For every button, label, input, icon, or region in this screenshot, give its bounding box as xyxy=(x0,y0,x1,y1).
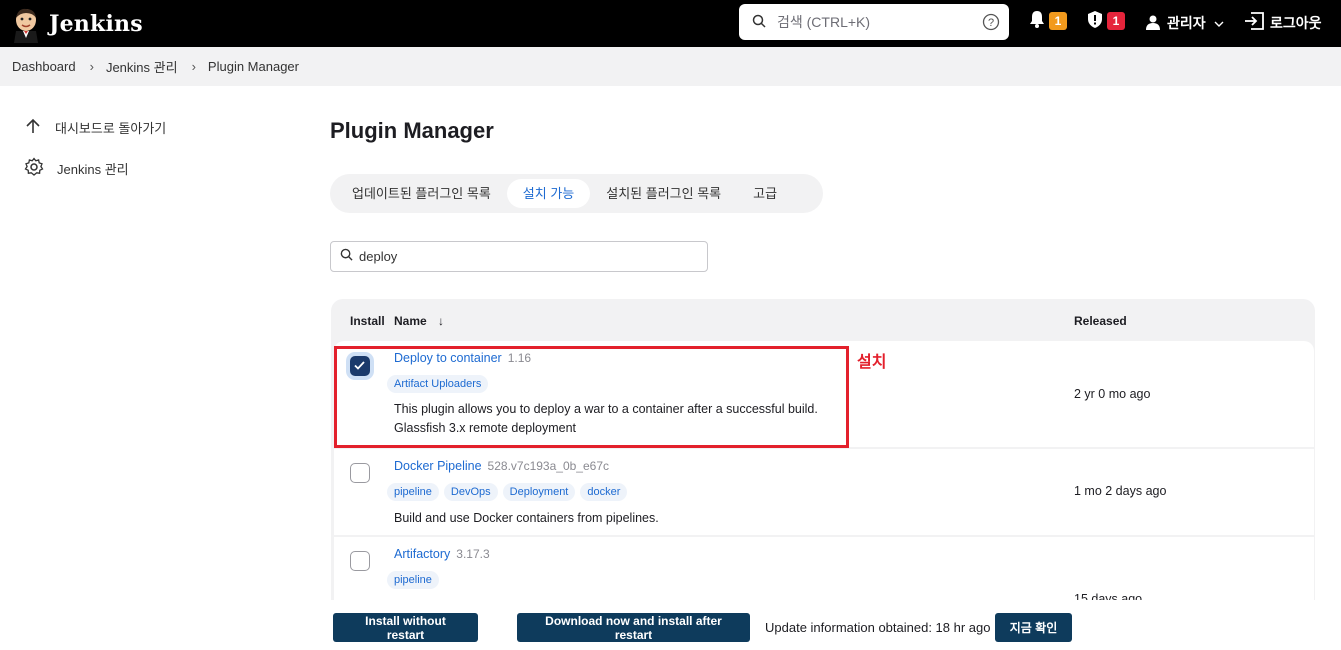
plugin-tabs: 업데이트된 플러그인 목록 설치 가능 설치된 플러그인 목록 고급 xyxy=(330,174,823,213)
shield-icon xyxy=(1087,10,1103,32)
user-icon xyxy=(1145,14,1161,33)
update-info-text: Update information obtained: 18 hr ago xyxy=(765,620,991,635)
plugin-name-link[interactable]: Artifactory 3.17.3 xyxy=(394,547,490,561)
plugin-tag[interactable]: docker xyxy=(580,483,628,501)
search-input[interactable] xyxy=(777,10,967,34)
column-header-name[interactable]: Name ↓ xyxy=(394,314,444,328)
search-icon xyxy=(340,248,353,266)
download-install-after-restart-button[interactable]: Download now and install after restart xyxy=(517,613,750,642)
jenkins-logo-text: Jenkins xyxy=(49,10,143,37)
search-box[interactable]: ? xyxy=(739,4,1009,40)
logout-button[interactable]: 로그아웃 xyxy=(1244,12,1322,33)
column-header-install[interactable]: Install xyxy=(350,314,385,328)
logout-icon xyxy=(1244,12,1264,33)
plugin-description: Build and use Docker containers from pip… xyxy=(394,511,659,525)
notifications-badge: 1 xyxy=(1049,11,1067,30)
plugin-filter-input[interactable] xyxy=(359,249,679,264)
plugin-tag[interactable]: pipeline xyxy=(387,483,439,501)
logout-label: 로그아웃 xyxy=(1270,14,1322,31)
arrow-up-icon xyxy=(24,117,42,138)
annotation-label: 설치 xyxy=(857,354,887,371)
table-row: Artifactory 3.17.3 pipeline 15 days ago xyxy=(334,537,1314,600)
security-badge: 1 xyxy=(1107,12,1125,30)
breadcrumb: Dashboard › Jenkins 관리 › Plugin Manager xyxy=(0,47,1341,86)
table-row: Docker Pipeline 528.v7c193a_0b_e67c pipel… xyxy=(334,449,1314,535)
user-name: 관리자 xyxy=(1167,15,1206,31)
sidebar-item-label: 대시보드로 돌아가기 xyxy=(55,121,167,136)
chevron-right-icon: › xyxy=(89,59,94,74)
help-icon[interactable]: ? xyxy=(982,13,1000,36)
security-button[interactable]: 1 xyxy=(1087,10,1125,32)
tab-available[interactable]: 설치 가능 xyxy=(506,179,591,208)
tab-updates[interactable]: 업데이트된 플러그인 목록 xyxy=(336,179,507,208)
svg-text:?: ? xyxy=(988,17,994,29)
breadcrumb-manage-jenkins[interactable]: Jenkins 관리 xyxy=(106,57,178,76)
plugin-tag[interactable]: pipeline xyxy=(387,571,439,589)
gear-icon xyxy=(24,157,44,180)
sidebar-item-back-to-dashboard[interactable]: 대시보드로 돌아가기 xyxy=(24,117,166,138)
plugin-tags: pipeline xyxy=(387,571,444,589)
jenkins-logo[interactable]: Jenkins xyxy=(12,7,143,43)
plugin-tags: pipeline DevOps Deployment docker xyxy=(387,483,632,501)
sort-arrow-icon: ↓ xyxy=(438,314,445,328)
highlight-box xyxy=(334,346,849,448)
plugin-tag[interactable]: Deployment xyxy=(502,483,576,501)
install-checkbox[interactable] xyxy=(350,551,370,571)
plugin-version: 3.17.3 xyxy=(456,547,490,561)
released-date: 2 yr 0 mo ago xyxy=(1074,387,1151,401)
jenkins-butler-icon xyxy=(12,7,40,43)
plugins-table: Install Name ↓ Released Deploy to contai… xyxy=(331,299,1315,600)
search-icon xyxy=(752,14,766,33)
bottom-action-bar: Install without restart Download now and… xyxy=(0,601,1341,650)
tab-installed[interactable]: 설치된 플러그인 목록 xyxy=(590,179,737,208)
column-header-released[interactable]: Released xyxy=(1074,314,1127,328)
sidebar-item-manage-jenkins[interactable]: Jenkins 관리 xyxy=(24,157,129,180)
chevron-right-icon: › xyxy=(191,59,196,74)
check-now-button[interactable]: 지금 확인 xyxy=(995,613,1072,642)
sidebar-item-label: Jenkins 관리 xyxy=(57,162,129,177)
plugin-version: 528.v7c193a_0b_e67c xyxy=(487,459,609,473)
chevron-down-icon xyxy=(1214,15,1224,31)
released-date: 1 mo 2 days ago xyxy=(1074,484,1167,498)
breadcrumb-dashboard[interactable]: Dashboard xyxy=(12,59,76,74)
install-checkbox[interactable] xyxy=(350,463,370,483)
plugin-name-link[interactable]: Docker Pipeline 528.v7c193a_0b_e67c xyxy=(394,459,609,473)
tab-advanced[interactable]: 고급 xyxy=(737,179,793,208)
install-without-restart-button[interactable]: Install without restart xyxy=(333,613,478,642)
plugin-filter[interactable] xyxy=(330,241,708,272)
bell-icon xyxy=(1029,10,1045,31)
plugin-tag[interactable]: DevOps xyxy=(443,483,498,501)
notifications-button[interactable]: 1 xyxy=(1029,10,1067,31)
top-header: Jenkins ? 1 1 관리자 로그아웃 xyxy=(0,0,1341,47)
breadcrumb-plugin-manager[interactable]: Plugin Manager xyxy=(208,59,299,74)
user-menu[interactable]: 관리자 xyxy=(1145,13,1224,33)
released-date: 15 days ago xyxy=(1074,592,1143,600)
page-title: Plugin Manager xyxy=(330,118,494,143)
